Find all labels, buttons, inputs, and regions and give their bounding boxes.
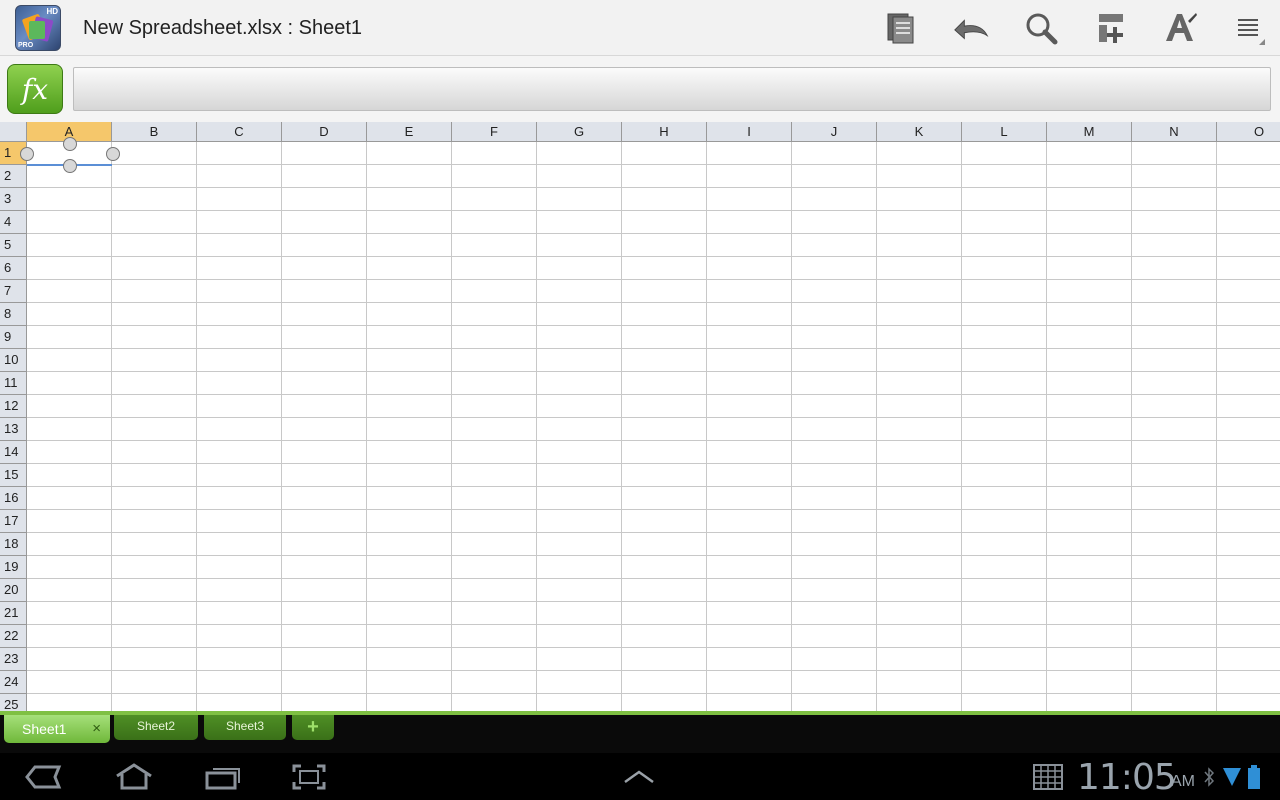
- back-button[interactable]: [16, 759, 70, 795]
- close-tab-icon[interactable]: ×: [92, 715, 101, 743]
- system-bar: 11:05 AM: [0, 753, 1280, 800]
- selection-handle-top[interactable]: [63, 137, 77, 151]
- tab-sheet2[interactable]: Sheet2: [114, 715, 198, 740]
- column-header-i[interactable]: I: [707, 122, 792, 142]
- spreadsheet-grid[interactable]: ABCDEFGHIJKLMNO 1 2 3 4 5 6 7 8 9 10 11 12 13 14 15 16 1…: [0, 122, 1280, 712]
- column-header-b[interactable]: B: [112, 122, 197, 142]
- app-icon[interactable]: HD PRO: [15, 5, 61, 51]
- row-header-15[interactable]: 15: [0, 464, 27, 487]
- row-header-24[interactable]: 24: [0, 671, 27, 694]
- undo-button[interactable]: [951, 8, 991, 48]
- row-header-2[interactable]: 2: [0, 165, 27, 188]
- format-text-icon: [1166, 13, 1197, 41]
- home-icon: [116, 763, 152, 790]
- row-header-20[interactable]: 20: [0, 579, 27, 602]
- row-header-5[interactable]: 5: [0, 234, 27, 257]
- row-header-18[interactable]: 18: [0, 533, 27, 556]
- function-button[interactable]: fx: [7, 64, 63, 114]
- clock-ampm: AM: [1171, 773, 1195, 790]
- row-header-13[interactable]: 13: [0, 418, 27, 441]
- row-header-3[interactable]: 3: [0, 188, 27, 211]
- show-more-button[interactable]: [612, 759, 666, 795]
- row-header-14[interactable]: 14: [0, 441, 27, 464]
- row-header-22[interactable]: 22: [0, 625, 27, 648]
- column-header-m[interactable]: M: [1047, 122, 1132, 142]
- row-header-8[interactable]: 8: [0, 303, 27, 326]
- back-icon: [25, 765, 62, 789]
- document-title: New Spreadsheet.xlsx : Sheet1: [83, 17, 363, 39]
- row-header-23[interactable]: 23: [0, 648, 27, 671]
- row-header-25[interactable]: 25: [0, 694, 27, 712]
- clock-time: 11:05: [1077, 757, 1177, 798]
- column-headers: ABCDEFGHIJKLMNO: [27, 122, 1280, 142]
- row-header-17[interactable]: 17: [0, 510, 27, 533]
- chevron-up-icon: [624, 770, 654, 784]
- app-badge-pro: PRO: [18, 42, 34, 49]
- column-header-k[interactable]: K: [877, 122, 962, 142]
- tab-label: Sheet1: [22, 721, 67, 737]
- wifi-icon: [1223, 768, 1241, 786]
- home-button[interactable]: [107, 759, 161, 795]
- selection-handle-left[interactable]: [20, 147, 34, 161]
- column-header-h[interactable]: H: [622, 122, 707, 142]
- overflow-menu-button[interactable]: [1228, 8, 1268, 48]
- bluetooth-icon: [1204, 767, 1215, 787]
- battery-icon: [1248, 765, 1260, 789]
- row-header-6[interactable]: 6: [0, 257, 27, 280]
- insert-button[interactable]: [1090, 8, 1130, 48]
- search-button[interactable]: [1021, 8, 1061, 48]
- search-icon: [1026, 13, 1058, 45]
- row-header-9[interactable]: 9: [0, 326, 27, 349]
- tab-sheet3[interactable]: Sheet3: [204, 715, 286, 740]
- document-pages-button[interactable]: [881, 8, 921, 48]
- recent-apps-button[interactable]: [196, 759, 250, 795]
- sheet-tab-bar: Sheet1 × Sheet2 Sheet3 +: [0, 711, 1280, 753]
- row-header-11[interactable]: 11: [0, 372, 27, 395]
- column-header-j[interactable]: J: [792, 122, 877, 142]
- formula-bar: fx: [0, 56, 1280, 122]
- undo-icon: [954, 19, 989, 40]
- row-header-10[interactable]: 10: [0, 349, 27, 372]
- tab-sheet1[interactable]: Sheet1 ×: [4, 715, 110, 743]
- column-header-n[interactable]: N: [1132, 122, 1217, 142]
- row-header-19[interactable]: 19: [0, 556, 27, 579]
- row-header-16[interactable]: 16: [0, 487, 27, 510]
- screenshot-icon: [292, 764, 326, 790]
- column-header-g[interactable]: G: [537, 122, 622, 142]
- selection-handle-right[interactable]: [106, 147, 120, 161]
- row-header-4[interactable]: 4: [0, 211, 27, 234]
- insert-icon: [1099, 14, 1123, 43]
- column-header-d[interactable]: D: [282, 122, 367, 142]
- column-header-f[interactable]: F: [452, 122, 537, 142]
- overflow-menu-icon: [1238, 19, 1265, 45]
- selection-handle-bottom[interactable]: [63, 159, 77, 173]
- row-header-12[interactable]: 12: [0, 395, 27, 418]
- document-pages-icon: [887, 13, 914, 44]
- column-header-c[interactable]: C: [197, 122, 282, 142]
- column-header-l[interactable]: L: [962, 122, 1047, 142]
- keyboard-grid-icon: [1033, 764, 1063, 790]
- add-sheet-button[interactable]: +: [292, 715, 334, 740]
- app-badge-hd: HD: [46, 7, 58, 16]
- formula-input[interactable]: [73, 67, 1271, 111]
- row-header-21[interactable]: 21: [0, 602, 27, 625]
- format-text-button[interactable]: [1160, 8, 1200, 48]
- recent-apps-icon: [205, 768, 240, 790]
- cell-area[interactable]: [27, 142, 1280, 712]
- screenshot-button[interactable]: [282, 759, 336, 795]
- column-header-o[interactable]: O: [1217, 122, 1280, 142]
- title-bar: HD PRO New Spreadsheet.xlsx : Sheet1: [0, 0, 1280, 56]
- column-header-e[interactable]: E: [367, 122, 452, 142]
- select-all-corner[interactable]: [0, 122, 27, 142]
- row-header-7[interactable]: 7: [0, 280, 27, 303]
